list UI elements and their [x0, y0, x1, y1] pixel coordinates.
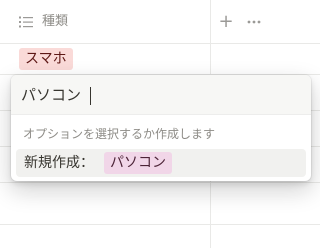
plus-icon: + [218, 11, 234, 32]
create-option-button[interactable]: 新規作成： パソコン [16, 149, 306, 177]
create-option-label: 新規作成： [24, 155, 94, 171]
row-divider [0, 224, 320, 225]
more-options-button[interactable] [242, 10, 266, 34]
select-options-popup: オプションを選択するか作成します 新規作成： パソコン [11, 75, 311, 181]
popup-hint: オプションを選択するか作成します [23, 127, 216, 141]
option-search-area [11, 75, 311, 115]
add-column-button[interactable]: + [214, 10, 238, 34]
new-option-tag: パソコン [104, 152, 172, 174]
text-cursor [90, 87, 91, 105]
option-search-input[interactable] [21, 83, 291, 107]
row-divider [0, 182, 320, 183]
select-tag[interactable]: スマホ [19, 48, 73, 70]
column-title: 種類 [42, 14, 69, 29]
more-horizontal-icon [247, 20, 261, 24]
column-header[interactable]: 種類 + [0, 0, 320, 44]
list-icon [19, 16, 33, 28]
